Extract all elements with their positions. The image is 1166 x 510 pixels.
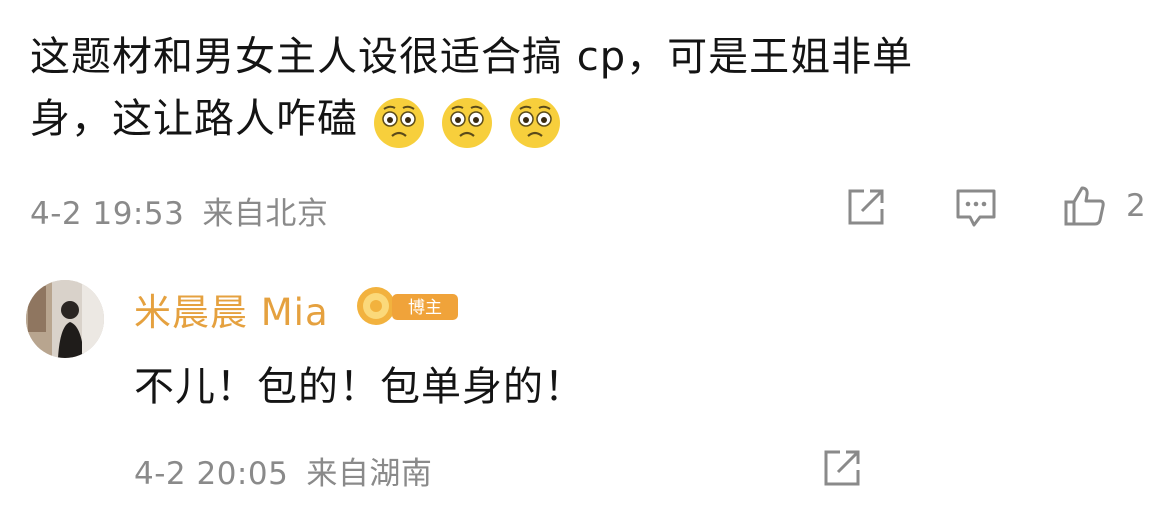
like-count: 2 — [1126, 188, 1146, 224]
blogger-badge-icon: 博主 — [357, 287, 458, 325]
reply-meta: 4-2 20:05 来自湖南 — [134, 448, 432, 493]
comment-line-2: 身，这让路人咋磕 — [30, 88, 1090, 152]
emoji-group — [372, 90, 576, 152]
reply-author-name[interactable]: 米晨晨 Mia — [134, 282, 329, 336]
comment-text: 这题材和男女主人设很适合搞 cp，可是王姐非单 身，这让路人咋磕 — [30, 26, 1090, 152]
worried-face-icon — [374, 98, 424, 148]
comment-line-1: 这题材和男女主人设很适合搞 cp，可是王姐非单 — [30, 34, 914, 80]
worried-face-icon — [510, 98, 560, 148]
like-thumb-icon[interactable] — [1060, 182, 1108, 230]
comment-timestamp: 4-2 19:53 — [30, 196, 185, 232]
comment-meta: 4-2 19:53 来自北京 — [30, 188, 328, 233]
worried-face-icon — [442, 98, 492, 148]
avatar[interactable] — [26, 280, 104, 358]
avatar-image — [26, 280, 104, 358]
comment-icon[interactable] — [952, 183, 1000, 231]
comment-location: 来自北京 — [202, 196, 329, 232]
share-icon[interactable] — [818, 444, 866, 492]
share-icon[interactable] — [842, 183, 890, 231]
reply-text: 不儿！包的！包单身的！ — [134, 364, 585, 410]
blogger-badge-label: 博主 — [408, 298, 442, 318]
reply-location: 来自湖南 — [306, 456, 433, 492]
comment-line-2-text: 身，这让路人咋磕 — [30, 96, 358, 142]
reply-timestamp: 4-2 20:05 — [134, 456, 289, 492]
